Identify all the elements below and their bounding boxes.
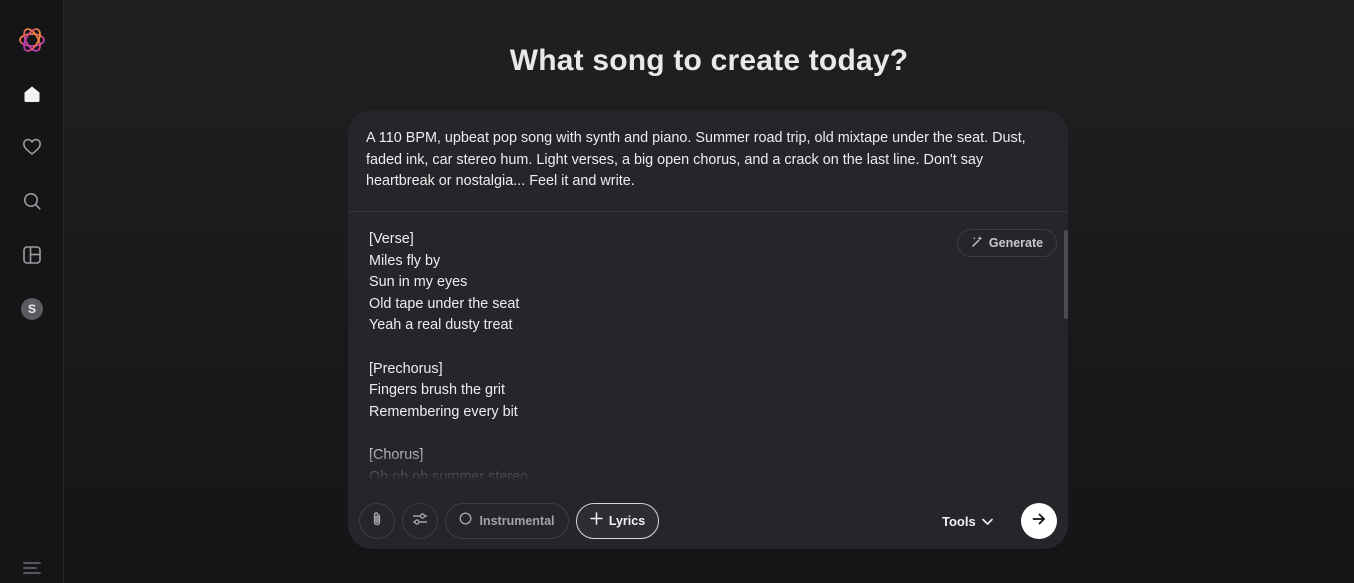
circle-icon (459, 512, 472, 530)
chevron-down-icon (981, 514, 993, 529)
settings-button[interactable] (402, 503, 438, 539)
paperclip-icon (369, 511, 385, 532)
composer-card: A 110 BPM, upbeat pop song with synth an… (348, 110, 1068, 549)
tools-dropdown[interactable]: Tools (942, 510, 993, 532)
lyrics-scrollbar[interactable] (1064, 230, 1068, 319)
sliders-icon (412, 511, 428, 532)
lyrics-editor[interactable]: [Verse] Miles fly by Sun in my eyes Old … (369, 229, 929, 479)
generate-lyrics-button[interactable]: Generate (957, 229, 1057, 257)
attach-button[interactable] (359, 503, 395, 539)
generate-label: Generate (988, 236, 1044, 250)
plus-icon (590, 512, 603, 530)
send-button[interactable] (1021, 503, 1057, 539)
heart-icon[interactable] (16, 131, 48, 163)
prompt-input[interactable]: A 110 BPM, upbeat pop song with synth an… (366, 128, 1050, 193)
search-icon[interactable] (16, 185, 48, 217)
instrumental-label: Instrumental (479, 514, 555, 528)
layout-icon[interactable] (16, 239, 48, 271)
logo-icon[interactable] (16, 24, 48, 56)
lyrics-toggle[interactable]: Lyrics (576, 503, 659, 539)
arrow-right-icon (1031, 511, 1047, 532)
avatar: S (21, 298, 43, 320)
sidebar: S (0, 0, 64, 583)
menu-icon[interactable] (16, 552, 48, 583)
home-icon[interactable] (16, 78, 48, 110)
page-title: What song to create today? (509, 44, 909, 77)
divider (348, 211, 1068, 212)
instrumental-toggle[interactable]: Instrumental (445, 503, 569, 539)
lyrics-label: Lyrics (608, 514, 646, 528)
sparkle-icon (971, 235, 984, 251)
tools-label: Tools (942, 513, 976, 529)
profile-avatar[interactable]: S (16, 293, 48, 325)
